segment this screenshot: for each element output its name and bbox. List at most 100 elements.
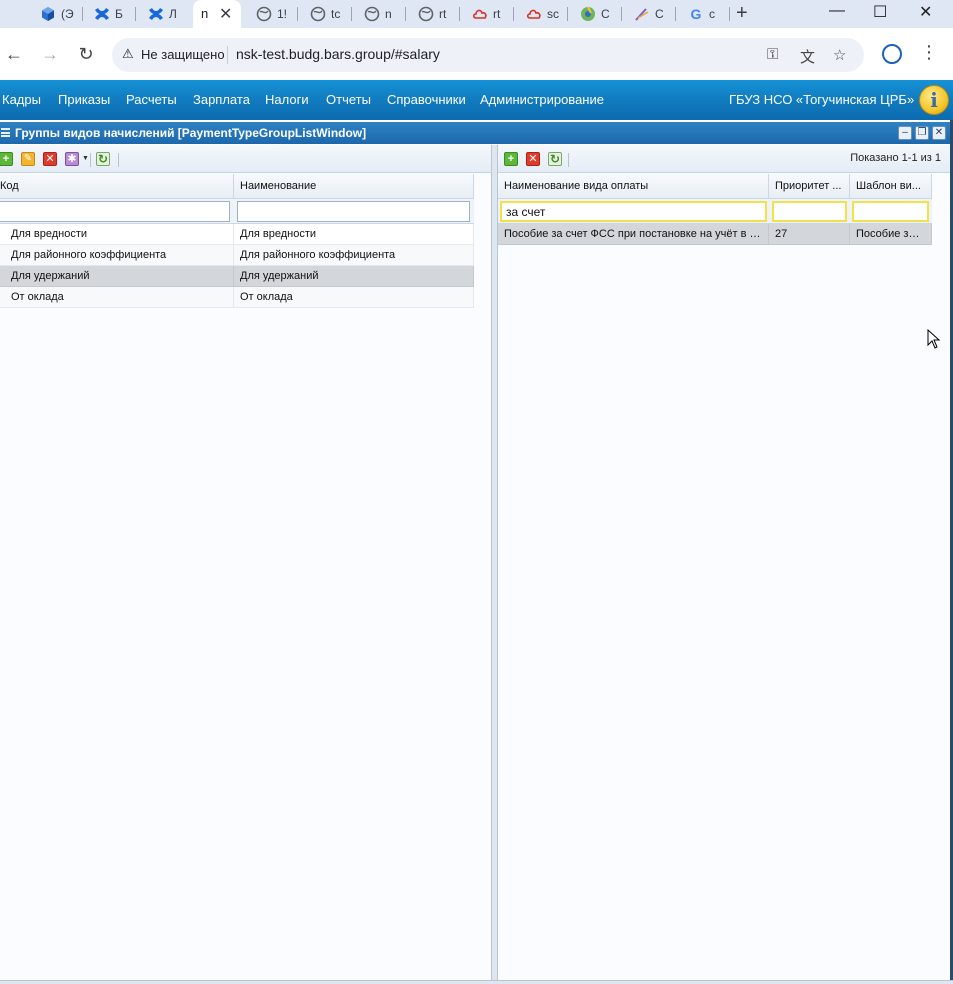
browser-tab-5[interactable]: 1! xyxy=(250,4,287,24)
filter-name-input[interactable] xyxy=(237,201,470,222)
browser-tab-3[interactable]: Л xyxy=(142,4,177,24)
column-header-template[interactable]: Шаблон ви... xyxy=(850,174,932,199)
browser-tab-9[interactable]: rt xyxy=(466,4,500,24)
menu-nalogi[interactable]: Налоги xyxy=(265,92,309,107)
window-bottom-edge xyxy=(0,980,953,984)
filter-priority-input[interactable] xyxy=(772,201,847,222)
close-window-icon[interactable]: ✕ xyxy=(919,2,932,22)
new-tab-icon[interactable]: + xyxy=(736,2,748,25)
address-toolbar: ← → ↻ ⚠ Не защищено nsk-test.budg.bars.g… xyxy=(0,28,953,80)
browser-tab-11[interactable]: C xyxy=(574,4,610,24)
left-panel: + ✎ ✕ ✱ ▼ ↻ Код Наименование Для вреднос… xyxy=(0,145,491,984)
cloud-icon xyxy=(526,6,542,22)
panel-splitter[interactable] xyxy=(491,145,498,984)
column-header-priority[interactable]: Приоритет ... xyxy=(769,174,850,199)
cell-code: От оклада xyxy=(0,287,234,308)
column-header-name[interactable]: Наименование xyxy=(234,174,474,199)
tab-title: (Э xyxy=(61,7,74,21)
filter-template-input[interactable] xyxy=(852,201,929,222)
browser-tab-13[interactable]: G c xyxy=(682,4,715,24)
delete-icon[interactable]: ✕ xyxy=(526,152,540,166)
globe-icon xyxy=(364,6,380,22)
delete-icon[interactable]: ✕ xyxy=(43,152,57,166)
forward-icon[interactable]: → xyxy=(40,44,60,64)
tab-title: 1! xyxy=(277,7,288,21)
table-row[interactable]: Для районного коэффициента Для районного… xyxy=(0,245,474,266)
cell-name: Для удержаний xyxy=(234,266,474,287)
settings-icon[interactable]: ✱ xyxy=(65,152,79,166)
maximize-icon[interactable]: ☐ xyxy=(873,2,887,22)
cell-priority: 27 xyxy=(769,224,850,245)
menu-zarplata[interactable]: Зарплата xyxy=(193,92,250,107)
mouse-cursor-icon xyxy=(927,329,941,349)
bookmark-star-icon[interactable]: ☆ xyxy=(833,46,846,64)
column-header-code[interactable]: Код xyxy=(0,174,234,199)
paging-info: Показано 1-1 из 1 xyxy=(850,152,941,164)
table-row-selected[interactable]: Для удержаний Для удержаний xyxy=(0,266,474,287)
cell-name: От оклада xyxy=(234,287,474,308)
info-icon[interactable]: i xyxy=(919,85,949,115)
tab-title: C xyxy=(655,7,664,21)
globe-icon xyxy=(418,6,434,22)
filter-code-input[interactable] xyxy=(0,201,230,222)
browser-tab-10[interactable]: sc xyxy=(520,4,559,24)
window-title: Группы видов начислений [PaymentTypeGrou… xyxy=(15,126,367,140)
table-row[interactable]: Для вредности Для вредности xyxy=(0,224,474,245)
warning-icon[interactable]: ⚠ xyxy=(122,46,134,62)
left-filter-row xyxy=(0,199,474,224)
column-header-payment-type-name[interactable]: Наименование вида оплаты xyxy=(498,174,769,199)
tab-title: n xyxy=(385,7,392,21)
add-icon[interactable]: + xyxy=(504,152,518,166)
security-label[interactable]: Не защищено xyxy=(141,47,225,62)
tab-title: Л xyxy=(169,7,177,21)
browser-tab-active[interactable]: n ✕ xyxy=(193,0,241,28)
browser-tab-2[interactable]: Б xyxy=(88,4,123,24)
browser-tab-strip: (Э Б Л n ✕ 1! tc n rt rt sc C C G c + — … xyxy=(0,0,953,28)
cell-payment-type-name: Пособие за счет ФСС при постановке на уч… xyxy=(498,224,769,245)
profile-icon[interactable] xyxy=(882,44,902,64)
menu-otchety[interactable]: Отчеты xyxy=(326,92,371,107)
close-window-panel-icon[interactable]: ✕ xyxy=(932,126,946,140)
menu-kadry[interactable]: Кадры xyxy=(2,92,41,107)
edit-icon[interactable]: ✎ xyxy=(21,152,35,166)
tab-title: c xyxy=(709,7,715,21)
menu-kebab-icon[interactable]: ⋮ xyxy=(920,42,938,63)
reload-icon[interactable]: ↻ xyxy=(76,44,96,64)
close-tab-icon[interactable]: ✕ xyxy=(219,4,232,24)
cell-code: Для удержаний xyxy=(0,266,234,287)
browser-tab-12[interactable]: C xyxy=(628,4,664,24)
minimize-icon[interactable]: — xyxy=(829,2,845,20)
refresh-icon[interactable]: ↻ xyxy=(548,152,562,166)
table-row[interactable]: От оклада От оклада xyxy=(0,287,474,308)
cell-code: Для вредности xyxy=(0,224,234,245)
add-icon[interactable]: + xyxy=(0,152,13,166)
chromium-icon xyxy=(580,6,596,22)
minimize-window-icon[interactable]: – xyxy=(898,126,912,140)
filter-payment-type-input[interactable] xyxy=(500,201,767,222)
browser-tab-1[interactable]: (Э xyxy=(34,4,74,24)
url-text[interactable]: nsk-test.budg.bars.group/#salary xyxy=(236,46,440,62)
back-icon[interactable]: ← xyxy=(4,44,24,64)
refresh-icon[interactable]: ↻ xyxy=(96,152,110,166)
confluence-icon xyxy=(94,6,110,22)
restore-window-icon[interactable]: ❐ xyxy=(915,126,929,140)
cell-code: Для районного коэффициента xyxy=(0,245,234,266)
browser-tab-7[interactable]: n xyxy=(358,4,392,24)
omnibox[interactable]: ⚠ Не защищено nsk-test.budg.bars.group/#… xyxy=(112,38,864,72)
cloud-icon xyxy=(472,6,488,22)
menu-raschety[interactable]: Расчеты xyxy=(126,92,177,107)
left-toolbar: + ✎ ✕ ✱ ▼ ↻ xyxy=(0,145,491,173)
tab-title: tc xyxy=(331,7,341,21)
translate-icon[interactable]: 文 xyxy=(800,46,815,67)
chevron-down-icon[interactable]: ▼ xyxy=(82,155,89,162)
key-icon[interactable]: ⚿ xyxy=(767,46,778,63)
cell-name: Для вредности xyxy=(234,224,474,245)
tab-title: C xyxy=(601,7,610,21)
table-row-selected[interactable]: Пособие за счет ФСС при постановке на уч… xyxy=(498,224,932,245)
browser-tab-8[interactable]: rt xyxy=(412,4,446,24)
menu-prikazy[interactable]: Приказы xyxy=(58,92,110,107)
menu-spravochniki[interactable]: Справочники xyxy=(387,92,466,107)
browser-tab-6[interactable]: tc xyxy=(304,4,340,24)
list-icon xyxy=(1,128,10,137)
menu-administrirovanie[interactable]: Администрирование xyxy=(480,92,604,107)
